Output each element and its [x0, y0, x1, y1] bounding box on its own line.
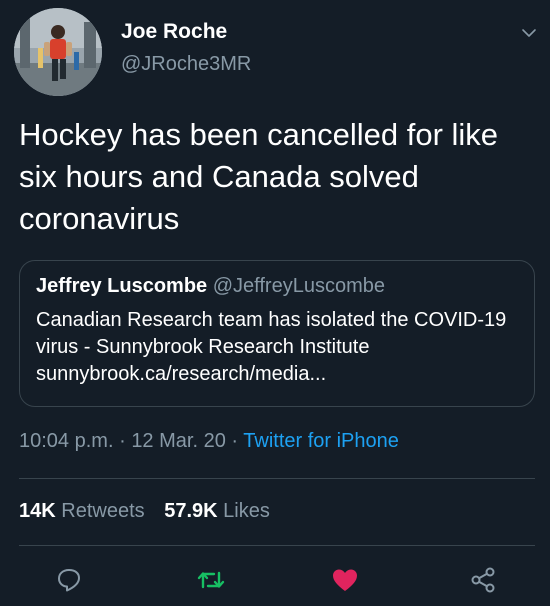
- avatar[interactable]: [14, 8, 102, 96]
- tweet-date[interactable]: 12 Mar. 20: [131, 430, 226, 452]
- heart-icon: [333, 569, 357, 591]
- tweet-text: Hockey has been cancelled for like six h…: [19, 117, 499, 236]
- quoted-tweet-card[interactable]: Jeffrey Luscombe @JeffreyLuscombe Canadi…: [19, 260, 535, 407]
- quoted-tweet-header: Jeffrey Luscombe @JeffreyLuscombe: [36, 275, 385, 298]
- avatar-photo: [14, 8, 102, 96]
- divider: [19, 478, 535, 479]
- retweet-icon: [197, 571, 225, 589]
- retweet-button[interactable]: [196, 565, 226, 595]
- likes-stat[interactable]: 57.9K Likes: [164, 500, 270, 522]
- retweets-stat[interactable]: 14K Retweets: [19, 500, 150, 522]
- tweet-time: 10:04 p.m.: [19, 430, 114, 452]
- author-display-name[interactable]: Joe Roche: [121, 20, 227, 44]
- retweets-count: 14K: [19, 500, 56, 522]
- like-button[interactable]: [330, 565, 360, 595]
- quoted-author-handle: @JeffreyLuscombe: [212, 275, 385, 297]
- reply-button[interactable]: [54, 565, 84, 595]
- divider: [19, 545, 535, 546]
- chevron-down-icon[interactable]: [520, 24, 538, 42]
- quoted-author-name: Jeffrey Luscombe: [36, 275, 208, 297]
- meta-separator: ·: [119, 430, 126, 452]
- share-icon: [471, 567, 495, 593]
- reply-icon: [58, 569, 80, 592]
- tweet-meta: 10:04 p.m. · 12 Mar. 20 · Twitter for iP…: [19, 430, 399, 453]
- likes-label: Likes: [223, 500, 270, 522]
- tweet-stats: 14K Retweets 57.9K Likes: [19, 500, 270, 523]
- meta-separator: ·: [231, 430, 239, 452]
- share-button[interactable]: [468, 565, 498, 595]
- author-handle[interactable]: @JRoche3MR: [121, 53, 251, 76]
- tweet-source-link[interactable]: Twitter for iPhone: [243, 430, 399, 452]
- tweet-detail: Joe Roche @JRoche3MR Hockey has been can…: [0, 0, 550, 606]
- retweets-label: Retweets: [61, 500, 145, 522]
- likes-count: 57.9K: [164, 500, 218, 522]
- quoted-tweet-text: Canadian Research team has isolated the …: [36, 309, 507, 385]
